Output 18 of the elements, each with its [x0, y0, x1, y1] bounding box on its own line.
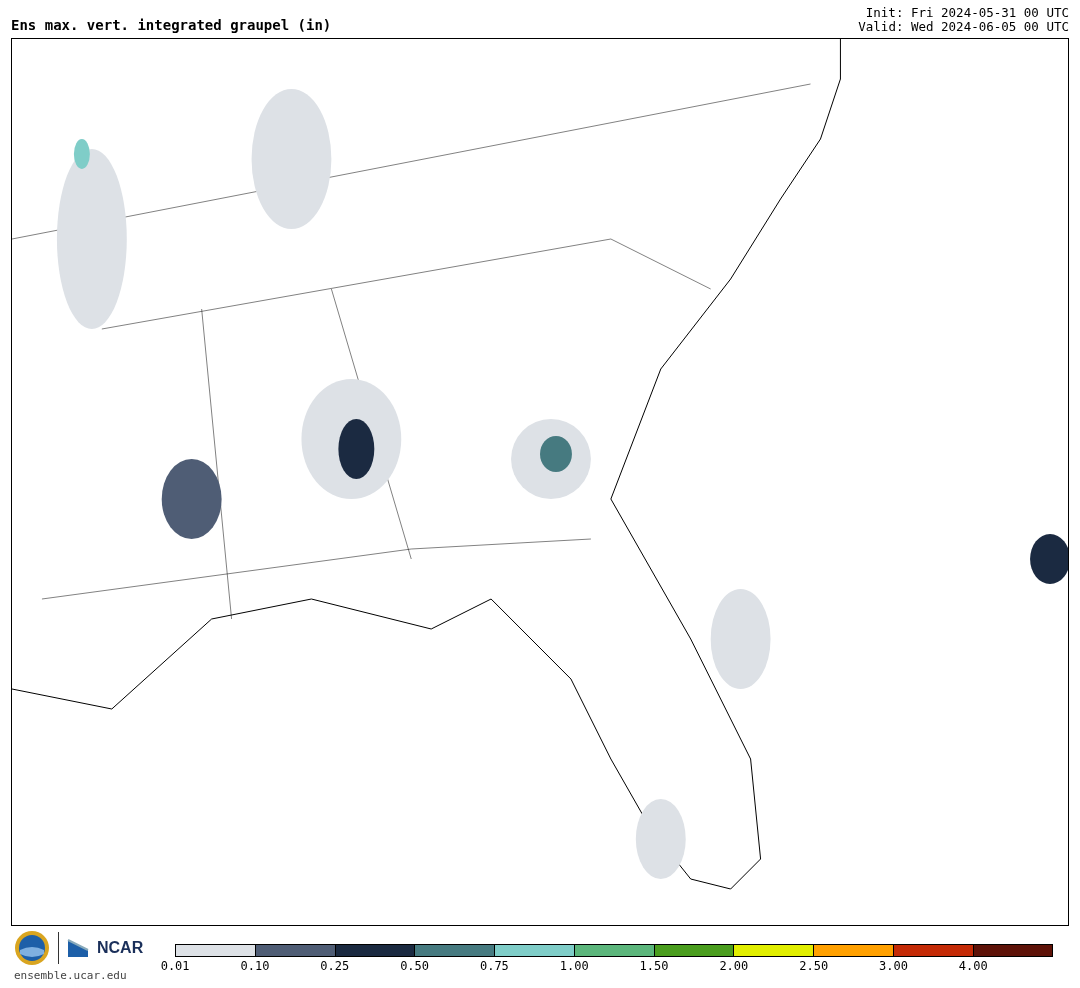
flag-icon: [67, 938, 89, 958]
legend-label: 1.00: [559, 958, 589, 975]
legend-label: 2.00: [719, 958, 749, 975]
website-address: ensemble.ucar.edu: [14, 968, 128, 984]
logo-icon: [14, 930, 50, 966]
legend-label: 0.01: [160, 958, 190, 975]
valid-time: Valid: Wed 2024-06-05 00 UTC: [858, 20, 1069, 34]
legend-label: 2.50: [799, 958, 829, 975]
chart-title: Ens max. vert. integrated graupel (in): [11, 16, 332, 35]
init-time: Init: Fri 2024-05-31 00 UTC: [864, 6, 1069, 20]
legend-label: 0.10: [240, 958, 270, 975]
legend-label: 1.50: [639, 958, 669, 975]
legend-label: 0.50: [400, 958, 430, 975]
legend-label: 3.00: [879, 958, 908, 975]
legend-label: 4.00: [958, 958, 988, 975]
organization-name: NCAR: [97, 938, 144, 958]
legend-label: 0.25: [320, 958, 350, 975]
legend-label: 0.75: [479, 958, 509, 975]
